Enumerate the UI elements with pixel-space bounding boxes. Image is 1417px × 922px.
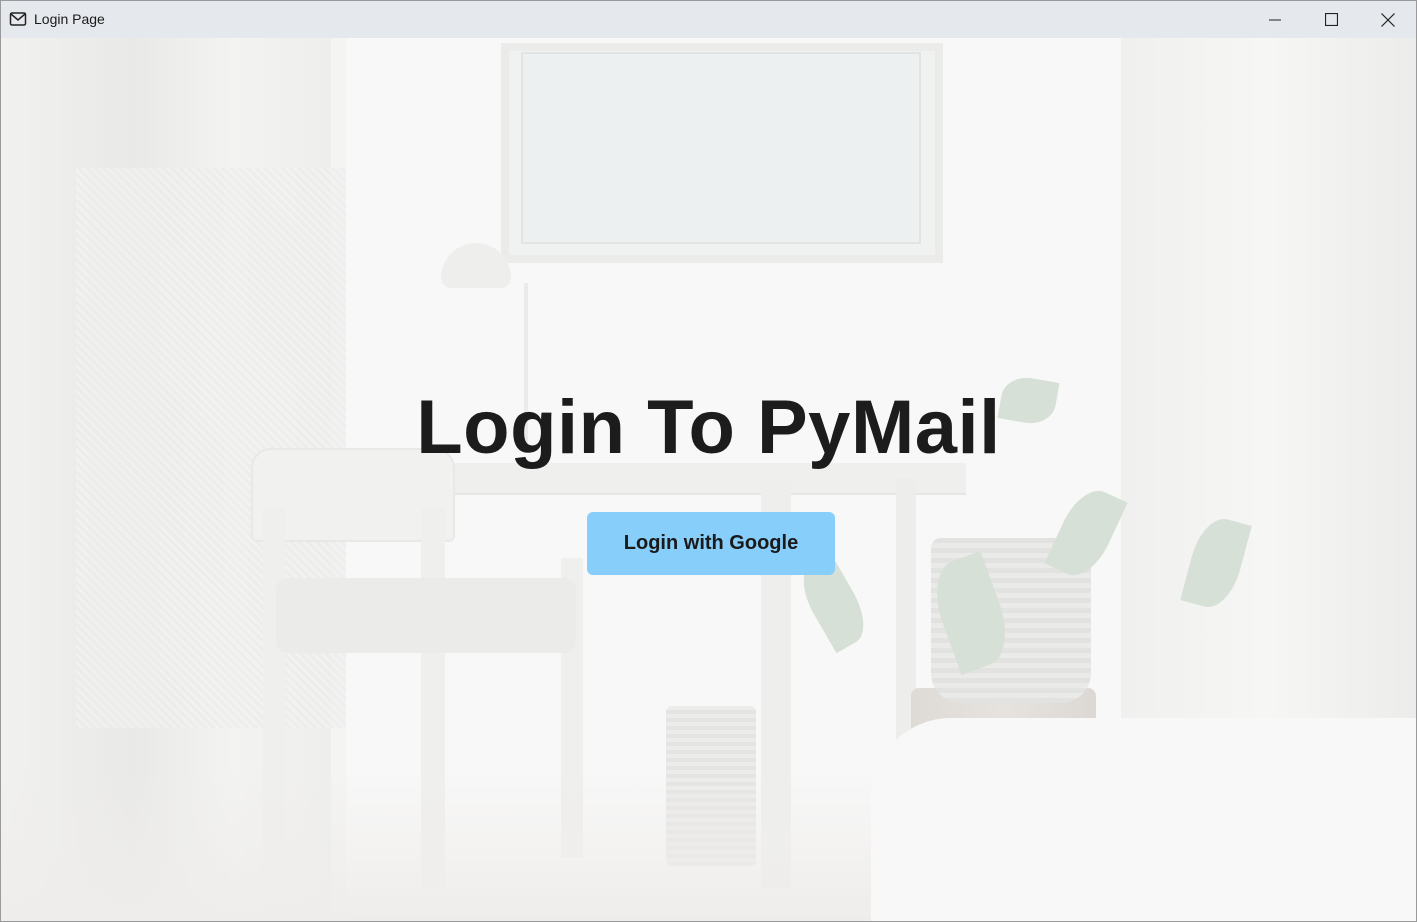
window-title: Login Page (34, 11, 105, 27)
chair-seat (276, 578, 576, 653)
minimize-button[interactable] (1247, 1, 1303, 38)
app-window: Login Page Login To PyMail Login with Go… (0, 0, 1417, 922)
login-content: Login To PyMail Login with Google (1, 38, 1416, 921)
mail-icon (9, 11, 27, 27)
close-icon (1381, 12, 1395, 27)
minimize-icon (1269, 19, 1281, 20)
maximize-button[interactable] (1303, 1, 1359, 38)
picture-frame-inner (521, 52, 921, 244)
maximize-icon (1324, 13, 1338, 26)
page-title: Login To PyMail (416, 385, 1001, 470)
login-with-google-button[interactable]: Login with Google (587, 512, 835, 575)
title-bar[interactable]: Login Page (1, 1, 1416, 38)
bed (871, 718, 1416, 921)
close-button[interactable] (1360, 1, 1416, 38)
